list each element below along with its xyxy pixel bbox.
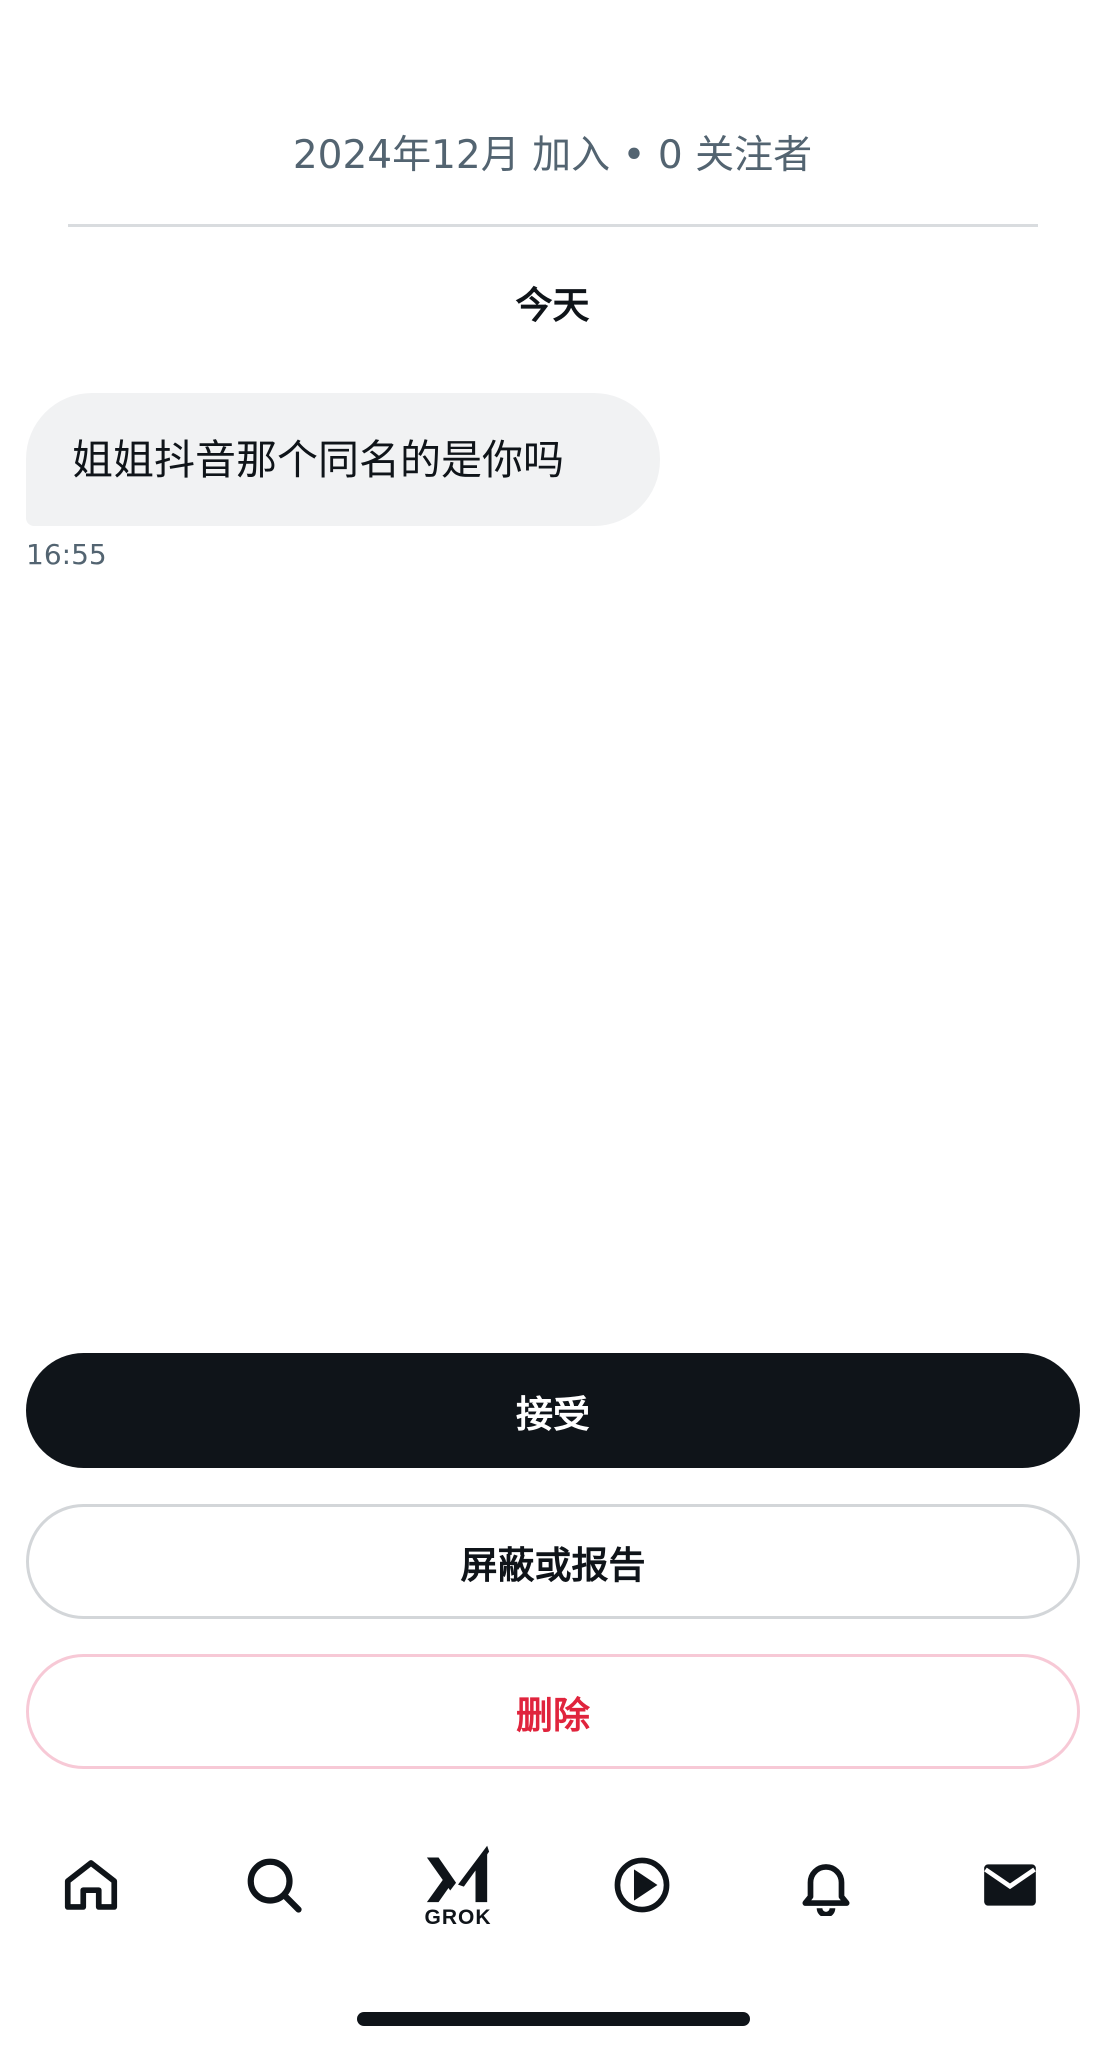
delete-button[interactable]: 删除 xyxy=(26,1654,1080,1769)
divider xyxy=(68,224,1038,227)
date-separator: 今天 xyxy=(515,284,590,327)
message-bubble[interactable]: 姐姐抖音那个同名的是你吗 xyxy=(26,393,660,526)
bell-icon xyxy=(802,1864,850,1916)
search-icon xyxy=(247,1858,302,1913)
nav-grok[interactable]: GROK xyxy=(403,1830,513,1940)
block-or-report-button[interactable]: 屏蔽或报告 xyxy=(26,1504,1080,1619)
accept-button-label: 接受 xyxy=(516,1392,590,1436)
nav-search[interactable] xyxy=(219,1830,329,1940)
nav-messages[interactable] xyxy=(955,1830,1065,1940)
grok-label: GROK xyxy=(424,1906,492,1929)
home-icon xyxy=(64,1860,118,1910)
block-or-report-button-label: 屏蔽或报告 xyxy=(460,1543,646,1587)
nav-video[interactable] xyxy=(587,1830,697,1940)
nav-notifications[interactable] xyxy=(771,1830,881,1940)
accept-button[interactable]: 接受 xyxy=(26,1353,1080,1468)
bottom-nav: GROK xyxy=(0,1830,1105,1940)
mail-icon xyxy=(984,1864,1036,1906)
home-indicator[interactable] xyxy=(357,2012,750,2026)
play-icon xyxy=(614,1857,670,1913)
message-timestamp: 16:55 xyxy=(26,538,107,571)
profile-join-info: 2024年12月 加入 • 0 关注者 xyxy=(292,133,813,178)
message-text: 姐姐抖音那个同名的是你吗 xyxy=(72,435,564,484)
grok-icon xyxy=(426,1845,490,1903)
message-request-screen: 2024年12月 加入 • 0 关注者 今天 姐姐抖音那个同名的是你吗 16:5… xyxy=(0,0,1105,2048)
delete-button-label: 删除 xyxy=(516,1693,590,1737)
nav-home[interactable] xyxy=(36,1830,146,1940)
